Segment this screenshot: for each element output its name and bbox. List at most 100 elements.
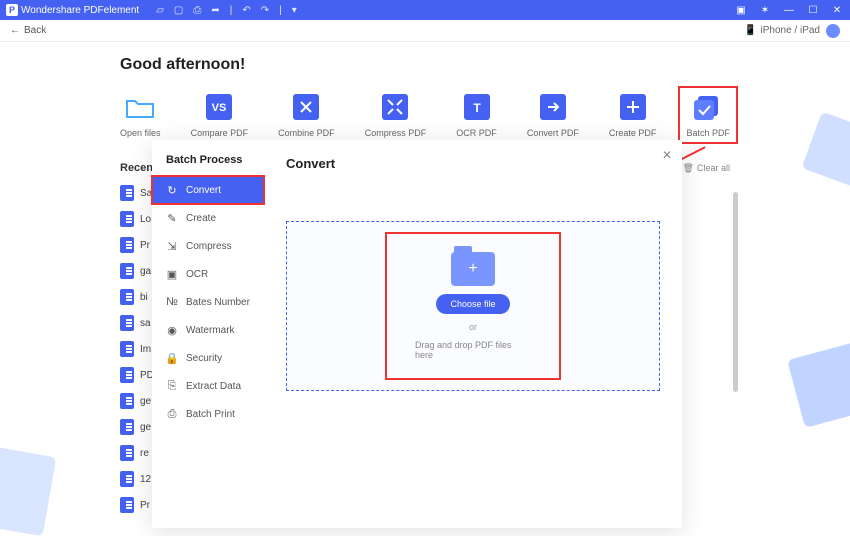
trash-icon: 🗑 bbox=[683, 163, 694, 174]
action-create-pdf[interactable]: Create PDF bbox=[609, 92, 657, 138]
divider: | bbox=[279, 5, 282, 16]
sidebar-item-watermark[interactable]: ◉ Watermark bbox=[152, 316, 264, 344]
sub-bar: ← Back 📱 iPhone / iPad bbox=[0, 20, 850, 42]
action-label: Compare PDF bbox=[191, 128, 249, 138]
minimize-button[interactable]: — bbox=[782, 5, 796, 16]
user-avatar[interactable] bbox=[826, 24, 840, 38]
pdf-file-icon bbox=[120, 419, 134, 435]
sidebar-item-label: Convert bbox=[186, 185, 221, 196]
panel-icon[interactable]: ▣ bbox=[734, 5, 748, 16]
sidebar-item-label: Security bbox=[186, 353, 222, 364]
action-ocr-pdf[interactable]: T OCR PDF bbox=[456, 92, 497, 138]
back-button[interactable]: ← Back bbox=[10, 25, 46, 36]
pdf-file-icon bbox=[120, 367, 134, 383]
pdf-file-icon bbox=[120, 341, 134, 357]
folder-plus-icon: + bbox=[451, 252, 495, 286]
app-logo-icon: P bbox=[6, 4, 18, 16]
modal-sidebar: Batch Process ↻ Convert ✎Create⇲Compress▣O… bbox=[152, 140, 264, 528]
action-open-files[interactable]: Open files bbox=[120, 92, 161, 138]
greeting: Good afternoon! bbox=[120, 56, 730, 74]
share-icon[interactable]: ➦ bbox=[211, 5, 219, 16]
action-label: Open files bbox=[120, 128, 161, 138]
sidebar-item-label: Batch Print bbox=[186, 409, 235, 420]
divider: | bbox=[230, 5, 233, 16]
watermark-icon: ◉ bbox=[166, 324, 178, 336]
recent-item-label: bi bbox=[140, 292, 148, 303]
pdf-file-icon bbox=[120, 263, 134, 279]
action-label: Convert PDF bbox=[527, 128, 579, 138]
back-arrow-icon: ← bbox=[10, 25, 20, 36]
pdf-file-icon bbox=[120, 471, 134, 487]
action-label: Compress PDF bbox=[365, 128, 427, 138]
convert-icon bbox=[536, 92, 570, 122]
sidebar-item-label: Watermark bbox=[186, 325, 235, 336]
folder-icon[interactable]: ▱ bbox=[156, 5, 164, 16]
action-combine-pdf[interactable]: Combine PDF bbox=[278, 92, 335, 138]
choose-file-button[interactable]: Choose file bbox=[436, 294, 509, 314]
action-label: OCR PDF bbox=[456, 128, 497, 138]
sidebar-item-security[interactable]: 🔒Security bbox=[152, 344, 264, 372]
sidebar-item-label: Create bbox=[186, 213, 216, 224]
sidebar-item-convert[interactable]: ↻ Convert bbox=[152, 176, 264, 204]
recent-item-label: Im bbox=[140, 344, 151, 355]
extract-data-icon: ⎘ bbox=[166, 380, 178, 392]
compress-icon: ⇲ bbox=[166, 240, 178, 252]
action-batch-pdf[interactable]: Batch PDF bbox=[678, 86, 738, 144]
pdf-file-icon bbox=[120, 211, 134, 227]
modal-close-button[interactable]: ✕ bbox=[662, 148, 672, 162]
action-convert-pdf[interactable]: Convert PDF bbox=[527, 92, 579, 138]
undo-icon[interactable]: ↶ bbox=[242, 5, 250, 16]
action-label: Create PDF bbox=[609, 128, 657, 138]
or-text: or bbox=[469, 322, 477, 332]
sidebar-item-extract-data[interactable]: ⎘Extract Data bbox=[152, 372, 264, 400]
sidebar-item-create[interactable]: ✎Create bbox=[152, 204, 264, 232]
compare-icon: VS bbox=[202, 92, 236, 122]
save-icon[interactable]: ▢ bbox=[174, 5, 183, 16]
title-bar: P Wondershare PDFelement ▱ ▢ ⎙ ➦ | ↶ ↷ |… bbox=[0, 0, 850, 20]
sidebar-item-bates-number[interactable]: №Bates Number bbox=[152, 288, 264, 316]
svg-text:VS: VS bbox=[212, 102, 227, 114]
action-compare-pdf[interactable]: VS Compare PDF bbox=[191, 92, 249, 138]
ocr-icon: ▣ bbox=[166, 268, 178, 280]
action-compress-pdf[interactable]: Compress PDF bbox=[365, 92, 427, 138]
actions-row: Open files VS Compare PDF Combine PDF Co… bbox=[120, 92, 730, 138]
compress-icon bbox=[378, 92, 412, 122]
dropdown-icon[interactable]: ▾ bbox=[292, 5, 297, 16]
drop-zone[interactable]: + Choose file or Drag and drop PDF files… bbox=[286, 221, 660, 391]
print-icon[interactable]: ⎙ bbox=[193, 5, 201, 16]
action-label: Combine PDF bbox=[278, 128, 335, 138]
device-label: iPhone / iPad bbox=[761, 25, 821, 36]
panel-title: Convert bbox=[286, 156, 660, 171]
pdf-file-icon bbox=[120, 289, 134, 305]
sidebar-item-label: Bates Number bbox=[186, 297, 250, 308]
sidebar-item-ocr[interactable]: ▣OCR bbox=[152, 260, 264, 288]
redo-icon[interactable]: ↷ bbox=[261, 5, 269, 16]
recent-item-label: Pr bbox=[140, 500, 150, 511]
app-name: Wondershare PDFelement bbox=[21, 5, 139, 16]
batch-print-icon: ⎙ bbox=[166, 408, 178, 420]
maximize-button[interactable]: ☐ bbox=[806, 5, 820, 16]
pdf-file-icon bbox=[120, 315, 134, 331]
phone-icon: 📱 bbox=[744, 25, 756, 36]
scrollbar[interactable] bbox=[733, 192, 738, 392]
modal-title: Batch Process bbox=[152, 154, 264, 176]
create-icon bbox=[616, 92, 650, 122]
batch-process-modal: ✕ Batch Process ↻ Convert ✎Create⇲Compress… bbox=[152, 140, 682, 528]
close-button[interactable]: ✕ bbox=[830, 5, 844, 16]
clear-all-button[interactable]: 🗑 Clear all bbox=[683, 163, 730, 174]
recent-item-label: re bbox=[140, 448, 149, 459]
settings-icon[interactable]: ✶ bbox=[758, 5, 772, 16]
pdf-file-icon bbox=[120, 237, 134, 253]
sidebar-item-compress[interactable]: ⇲Compress bbox=[152, 232, 264, 260]
recent-item-label: ge bbox=[140, 422, 151, 433]
back-label: Back bbox=[24, 25, 46, 36]
drop-inner-highlight: + Choose file or Drag and drop PDF files… bbox=[385, 232, 561, 380]
sidebar-item-batch-print[interactable]: ⎙ Batch Print bbox=[152, 400, 264, 428]
action-label: Batch PDF bbox=[686, 128, 730, 138]
dnd-text: Drag and drop PDF files here bbox=[415, 340, 531, 360]
recent-item-label: ga bbox=[140, 266, 151, 277]
device-link[interactable]: 📱 iPhone / iPad bbox=[744, 25, 820, 36]
convert-icon: ↻ bbox=[166, 184, 178, 196]
ocr-icon: T bbox=[460, 92, 494, 122]
open-files-icon bbox=[123, 92, 157, 122]
